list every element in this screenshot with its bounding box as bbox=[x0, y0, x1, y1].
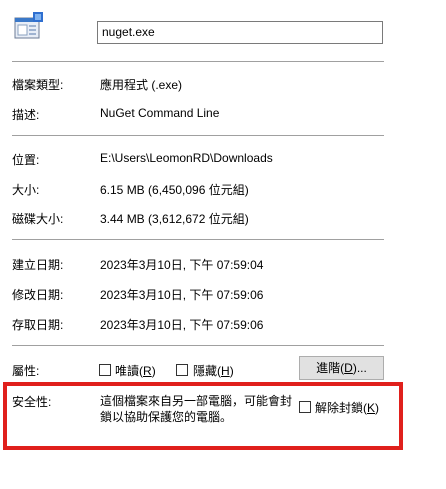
separator bbox=[12, 345, 384, 346]
security-highlight-box bbox=[3, 382, 403, 450]
size-value: 6.15 MB (6,450,096 位元組) bbox=[100, 183, 249, 197]
file-type-label: 檔案類型: bbox=[12, 78, 64, 92]
separator bbox=[12, 61, 384, 62]
application-icon bbox=[14, 12, 44, 40]
disk-size-label: 磁碟大小: bbox=[12, 212, 64, 226]
separator bbox=[12, 135, 384, 136]
advanced-button[interactable]: 進階(D)... bbox=[299, 356, 384, 380]
hidden-checkbox-label[interactable]: 隱藏(H) bbox=[193, 362, 234, 379]
created-label: 建立日期: bbox=[12, 258, 64, 272]
modified-value: 2023年3月10日, 下午 07:59:06 bbox=[100, 288, 264, 302]
description-value: NuGet Command Line bbox=[100, 106, 220, 120]
description-label: 描述: bbox=[12, 108, 40, 122]
readonly-checkbox-label[interactable]: 唯讀(R) bbox=[115, 362, 156, 379]
file-type-value: 應用程式 (.exe) bbox=[100, 78, 183, 92]
file-name-input[interactable]: nuget.exe bbox=[97, 21, 383, 44]
attributes-label: 屬性: bbox=[12, 364, 40, 378]
accessed-label: 存取日期: bbox=[12, 318, 64, 332]
disk-size-value: 3.44 MB (3,612,672 位元組) bbox=[100, 212, 249, 226]
location-value: E:\Users\LeomonRD\Downloads bbox=[100, 151, 273, 165]
separator bbox=[12, 239, 384, 240]
modified-label: 修改日期: bbox=[12, 288, 64, 302]
location-label: 位置: bbox=[12, 153, 40, 167]
hidden-checkbox[interactable] bbox=[176, 364, 188, 376]
created-value: 2023年3月10日, 下午 07:59:04 bbox=[100, 258, 264, 272]
accessed-value: 2023年3月10日, 下午 07:59:06 bbox=[100, 318, 264, 332]
size-label: 大小: bbox=[12, 183, 40, 197]
readonly-checkbox[interactable] bbox=[99, 364, 111, 376]
